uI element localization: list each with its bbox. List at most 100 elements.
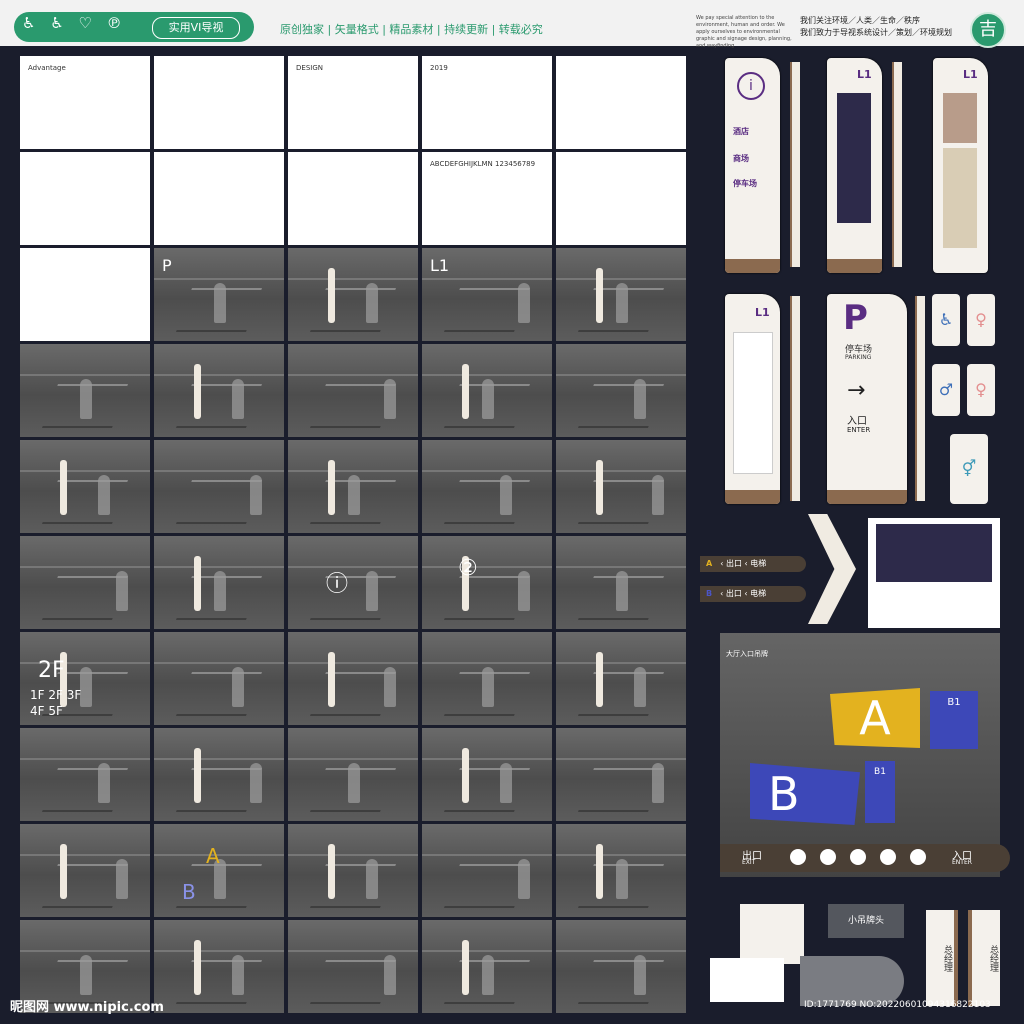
no-cart-icon	[880, 849, 896, 865]
thumbnail[interactable]	[556, 632, 686, 725]
thumbnail[interactable]	[288, 632, 418, 725]
office-door-sign: 总经理	[968, 910, 1000, 1006]
thumbnail[interactable]	[288, 248, 418, 341]
thumbnail[interactable]	[288, 344, 418, 437]
thumbnail[interactable]	[20, 536, 150, 629]
english-description: We pay special attention to the environm…	[696, 15, 792, 49]
person-silhouette	[250, 475, 262, 515]
thumbnail[interactable]	[422, 536, 552, 629]
thumbnail[interactable]	[556, 824, 686, 917]
signage-label: ⓘ	[326, 572, 349, 597]
thumbnail[interactable]	[154, 536, 284, 629]
person-silhouette	[214, 571, 226, 611]
elevator-label: 电梯	[750, 559, 767, 568]
thumbnail[interactable]	[556, 344, 686, 437]
thumbnail[interactable]	[288, 824, 418, 917]
person-silhouette	[634, 955, 646, 995]
chinese-description: 我们关注环境／人类／生命／秩序 我们致力于导视系统设计／策划／环境规划	[800, 15, 952, 39]
thumbnail[interactable]	[20, 248, 150, 341]
thumbnail[interactable]: P	[154, 248, 284, 341]
thumbnail[interactable]	[154, 440, 284, 533]
thumbnail[interactable]	[288, 728, 418, 821]
person-silhouette	[98, 763, 110, 803]
exit-label-en: EXIT	[742, 859, 756, 866]
signage-label: ②	[458, 556, 478, 581]
sign-mockup	[60, 460, 67, 515]
side-strip	[892, 62, 902, 267]
thumbnail[interactable]: Advantage	[20, 56, 150, 149]
thumbnail[interactable]	[422, 440, 552, 533]
sign-mockup	[328, 268, 335, 323]
scene-title: 大厅入口吊牌	[726, 650, 768, 658]
thumbnail[interactable]	[288, 152, 418, 245]
thumbnail[interactable]	[422, 632, 552, 725]
thumbnail[interactable]	[20, 152, 150, 245]
person-silhouette	[80, 379, 92, 419]
person-silhouette	[214, 283, 226, 323]
thumbnail[interactable]	[422, 824, 552, 917]
thumbnail[interactable]	[556, 440, 686, 533]
thumbnail[interactable]	[20, 728, 150, 821]
person-silhouette	[366, 283, 378, 323]
shop-list	[943, 148, 977, 248]
thumbnail[interactable]	[556, 248, 686, 341]
directory-totem: L1	[827, 58, 882, 273]
thumbnail[interactable]	[288, 536, 418, 629]
thumbnail[interactable]: L1	[422, 248, 552, 341]
thumbnail[interactable]	[20, 344, 150, 437]
person-silhouette	[500, 763, 512, 803]
thumbnail[interactable]	[154, 344, 284, 437]
thumbnail-label: P	[162, 256, 172, 275]
thumbnail-grid: Advantage DESIGN 2019 ABCDEFGHIJKLMN 123456…	[20, 56, 686, 1013]
thumbnail[interactable]	[154, 152, 284, 245]
thumbnail[interactable]	[154, 728, 284, 821]
thumbnail[interactable]: ABCDEFGHIJKLMN 123456789	[422, 152, 552, 245]
chinese-line-1: 我们关注环境／人类／生命／秩序	[800, 16, 920, 25]
parking-totem: P 停车场 PARKING → 入口 ENTER	[827, 294, 907, 504]
thumbnail[interactable]	[154, 632, 284, 725]
restroom-icon: ⚥	[950, 434, 988, 504]
thumbnail[interactable]	[422, 728, 552, 821]
category-label[interactable]: 实用VI导视	[152, 17, 240, 39]
zone-b-letter: B	[706, 589, 713, 598]
thumbnail[interactable]	[556, 56, 686, 149]
thumbnail[interactable]	[556, 536, 686, 629]
info-totem: i 酒店 商场 停车场	[725, 58, 780, 273]
side-strip	[915, 296, 925, 501]
totem-label-parking: 停车场	[733, 179, 757, 188]
no-bike-icon	[910, 849, 926, 865]
zone-b1-sign: B1	[865, 761, 895, 823]
person-silhouette	[518, 283, 530, 323]
thumbnail[interactable]	[20, 440, 150, 533]
tagline: 原创独家 | 矢量格式 | 精品素材 | 持续更新 | 转载必究	[280, 23, 543, 36]
sign-mockup	[328, 844, 335, 899]
thumbnail[interactable]	[422, 344, 552, 437]
person-silhouette	[348, 475, 360, 515]
thumbnail-label: ABCDEFGHIJKLMN 123456789	[430, 160, 536, 168]
exit-enter-bar: 出口 EXIT 入口 ENTER	[720, 844, 1010, 872]
exit-label: 出口	[725, 589, 742, 598]
thumbnail[interactable]	[556, 728, 686, 821]
thumbnail-label: DESIGN	[296, 64, 323, 72]
thumbnail[interactable]	[20, 824, 150, 917]
thumbnail[interactable]: 2019	[422, 56, 552, 149]
arrow-right-icon: →	[847, 378, 866, 403]
side-strip	[790, 296, 800, 501]
totem-label-hotel: 酒店	[733, 127, 749, 136]
thumbnail[interactable]	[154, 824, 284, 917]
direction-bar-b: B ‹ 出口 ‹ 电梯	[700, 586, 806, 602]
sign-mockup	[194, 556, 201, 611]
thumbnail[interactable]: DESIGN	[288, 56, 418, 149]
totem-base	[827, 259, 882, 273]
image-id: ID:1771769 NO:20220601094316822103	[804, 1000, 991, 1010]
thumbnail-label: 2019	[430, 64, 448, 72]
person-silhouette	[384, 955, 396, 995]
thumbnail[interactable]	[556, 152, 686, 245]
male-icon: ♂	[932, 364, 960, 416]
thumbnail[interactable]	[288, 440, 418, 533]
thumbnail[interactable]	[154, 56, 284, 149]
chinese-line-2: 我们致力于导视系统设计／策划／环境规划	[800, 28, 952, 37]
wheelchair-icon: ♿	[932, 294, 960, 346]
person-silhouette	[98, 475, 110, 515]
accessibility-icons: ♿ ♿ ♡ ℗	[22, 14, 127, 32]
